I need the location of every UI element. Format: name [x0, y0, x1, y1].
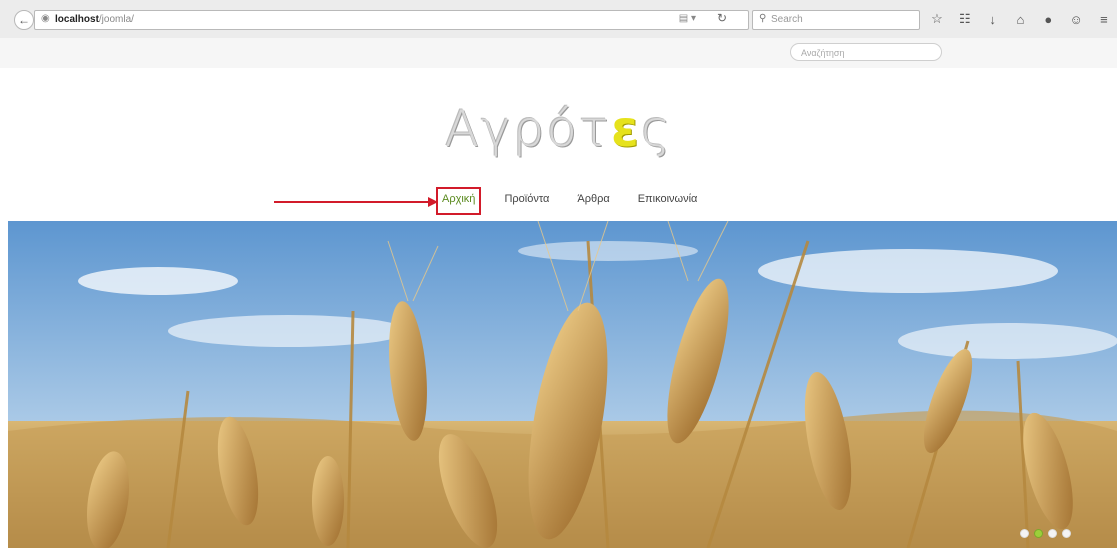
logo-text: Αγρότ	[444, 100, 612, 158]
site-logo[interactable]: Αγρότες	[0, 100, 1117, 158]
wheat-field-image	[8, 221, 1117, 548]
annotation-arrow-icon	[274, 197, 438, 207]
nav-item-products[interactable]: Προϊόντα	[499, 187, 554, 215]
site-top-strip	[0, 38, 1117, 68]
face-icon[interactable]: ☺	[1067, 12, 1085, 27]
main-nav: Αρχική Προϊόντα Άρθρα Επικοινωνία	[436, 187, 720, 215]
toolbar-icons: ☆ ☷ ↓ ⌂ ● ☺ ≡	[928, 9, 1113, 29]
slider-dot[interactable]	[1020, 529, 1029, 538]
download-icon[interactable]: ↓	[984, 12, 1002, 27]
chat-icon[interactable]: ●	[1039, 12, 1057, 27]
hero-slider[interactable]	[8, 221, 1117, 548]
clipboard-icon[interactable]: ☷	[956, 11, 974, 27]
nav-item-articles[interactable]: Άρθρα	[572, 187, 614, 215]
browser-toolbar: ← ◉ localhost/joomla/ ▤ ▾ ↻ ⚲ Search ☆ ☷…	[0, 0, 1117, 39]
reader-view-icon[interactable]: ▤ ▾	[679, 13, 696, 24]
slider-dot-active[interactable]	[1034, 529, 1043, 538]
slider-dot[interactable]	[1062, 529, 1071, 538]
nav-item-contact[interactable]: Επικοινωνία	[633, 187, 703, 215]
search-icon: ⚲	[759, 13, 767, 24]
search-placeholder: Search	[771, 14, 803, 25]
logo-highlight-letter: ε	[611, 100, 641, 158]
home-icon[interactable]: ⌂	[1011, 12, 1029, 27]
logo-text-end: ς	[640, 100, 673, 158]
slider-dot[interactable]	[1048, 529, 1057, 538]
url-text: localhost/joomla/	[55, 14, 134, 25]
star-icon[interactable]: ☆	[928, 11, 946, 27]
back-arrow-icon[interactable]: ←	[14, 10, 34, 30]
reload-icon[interactable]: ↻	[717, 11, 727, 25]
globe-icon: ◉	[41, 13, 50, 24]
nav-item-home[interactable]: Αρχική	[436, 187, 482, 215]
slider-dots	[1020, 529, 1071, 538]
menu-icon[interactable]: ≡	[1095, 12, 1113, 27]
url-bar[interactable]: ◉ localhost/joomla/ ▤ ▾	[34, 10, 749, 30]
browser-search-input[interactable]: ⚲ Search	[752, 10, 920, 30]
site-search-input[interactable]: Αναζήτηση	[790, 43, 942, 61]
